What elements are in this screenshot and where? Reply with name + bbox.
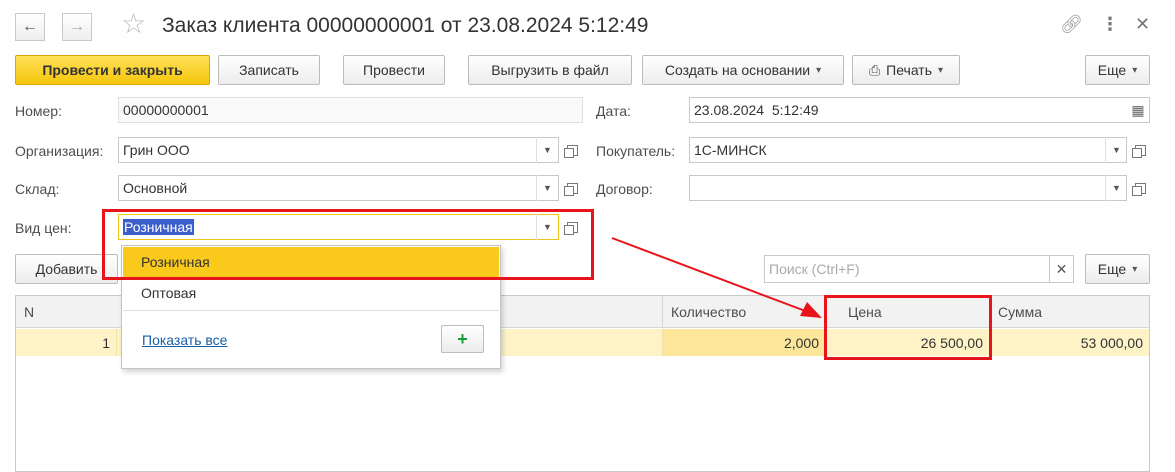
annotation-arrow — [611, 237, 822, 318]
